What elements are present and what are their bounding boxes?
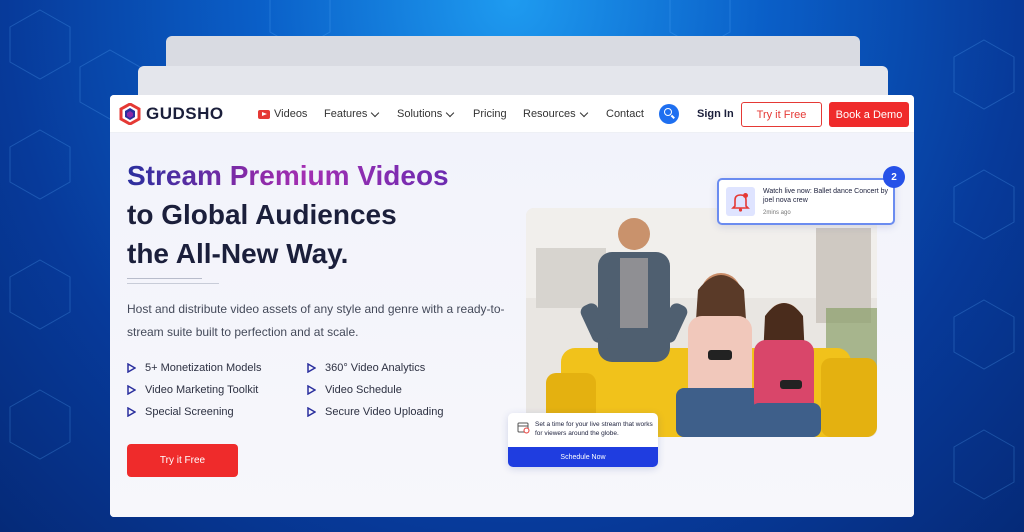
nav-item-label: Pricing xyxy=(473,108,507,120)
hero-section: Stream Premium Videos to Global Audience… xyxy=(110,133,914,517)
try-free-nav-button[interactable]: Try it Free xyxy=(741,102,822,127)
nav-item-label: Resources xyxy=(523,108,576,120)
live-notification-card[interactable]: Watch live now: Ballet dance Concert by … xyxy=(717,178,895,225)
search-icon-handle xyxy=(671,114,675,119)
play-triangle-icon xyxy=(307,363,316,373)
play-triangle-icon xyxy=(127,385,136,395)
website-window: GUDSHO Videos Features Solutions Pricing… xyxy=(110,95,914,517)
nav-item-label: Videos xyxy=(274,108,308,120)
feature-label: 360° Video Analytics xyxy=(325,362,426,374)
feature-label: Video Marketing Toolkit xyxy=(145,384,259,396)
search-button[interactable] xyxy=(659,104,679,124)
family-gaming-photo xyxy=(526,208,877,437)
bell-icon xyxy=(731,193,750,212)
nav-item-contact[interactable]: Contact xyxy=(606,108,644,120)
schedule-now-button[interactable]: Schedule Now xyxy=(508,447,658,467)
decorative-divider xyxy=(127,283,219,284)
notification-count-badge: 2 xyxy=(883,166,905,188)
chevron-down-icon xyxy=(371,108,380,117)
feature-item: Special Screening xyxy=(127,406,234,418)
nav-item-label: Features xyxy=(324,108,368,120)
sign-in-link[interactable]: Sign In xyxy=(697,108,734,120)
feature-item: Video Marketing Toolkit xyxy=(127,384,258,396)
book-demo-button[interactable]: Book a Demo xyxy=(829,102,909,127)
top-navbar: GUDSHO Videos Features Solutions Pricing… xyxy=(110,95,914,133)
calendar-clock-icon xyxy=(517,422,530,434)
feature-label: 5+ Monetization Models xyxy=(145,362,262,374)
chevron-down-icon xyxy=(579,108,588,117)
gudsho-logo-icon xyxy=(119,103,141,125)
play-triangle-icon xyxy=(127,363,136,373)
headline-line-3: the All-New Way. xyxy=(127,238,349,269)
feature-label: Video Schedule xyxy=(325,384,402,396)
play-triangle-icon xyxy=(127,407,136,417)
feature-item: Secure Video Uploading xyxy=(307,406,443,418)
notification-text: Watch live now: Ballet dance Concert by … xyxy=(763,188,889,204)
feature-item: 360° Video Analytics xyxy=(307,362,425,374)
notification-time: 2mins ago xyxy=(763,210,791,216)
nav-item-label: Solutions xyxy=(397,108,443,120)
nav-item-resources[interactable]: Resources xyxy=(523,108,588,120)
decorative-divider xyxy=(127,278,202,279)
youtube-play-icon xyxy=(258,109,270,119)
nav-item-label: Contact xyxy=(606,108,644,120)
headline-line-2: to Global Audiences xyxy=(127,199,397,230)
feature-label: Secure Video Uploading xyxy=(325,406,444,418)
play-triangle-icon xyxy=(307,385,316,395)
feature-label: Special Screening xyxy=(145,406,234,418)
schedule-card-text: Set a time for your live stream that wor… xyxy=(535,421,653,437)
schedule-card: Set a time for your live stream that wor… xyxy=(508,413,658,467)
feature-item: Video Schedule xyxy=(307,384,402,396)
hero-description: Host and distribute video assets of any … xyxy=(127,302,505,339)
chevron-down-icon xyxy=(446,108,455,117)
nav-item-solutions[interactable]: Solutions xyxy=(397,108,455,120)
headline-highlight: Stream Premium Videos xyxy=(127,156,449,195)
nav-item-pricing[interactable]: Pricing xyxy=(473,108,507,120)
try-free-hero-button[interactable]: Try it Free xyxy=(127,444,238,477)
feature-item: 5+ Monetization Models xyxy=(127,362,261,374)
brand-name: GUDSHO xyxy=(146,104,224,123)
hero-headline: Stream Premium Videos to Global Audience… xyxy=(127,156,449,273)
play-triangle-icon xyxy=(307,407,316,417)
nav-item-videos[interactable]: Videos xyxy=(258,108,307,120)
nav-item-features[interactable]: Features xyxy=(324,108,380,120)
brand-logo[interactable]: GUDSHO xyxy=(119,103,224,125)
bell-icon-container xyxy=(726,187,755,216)
